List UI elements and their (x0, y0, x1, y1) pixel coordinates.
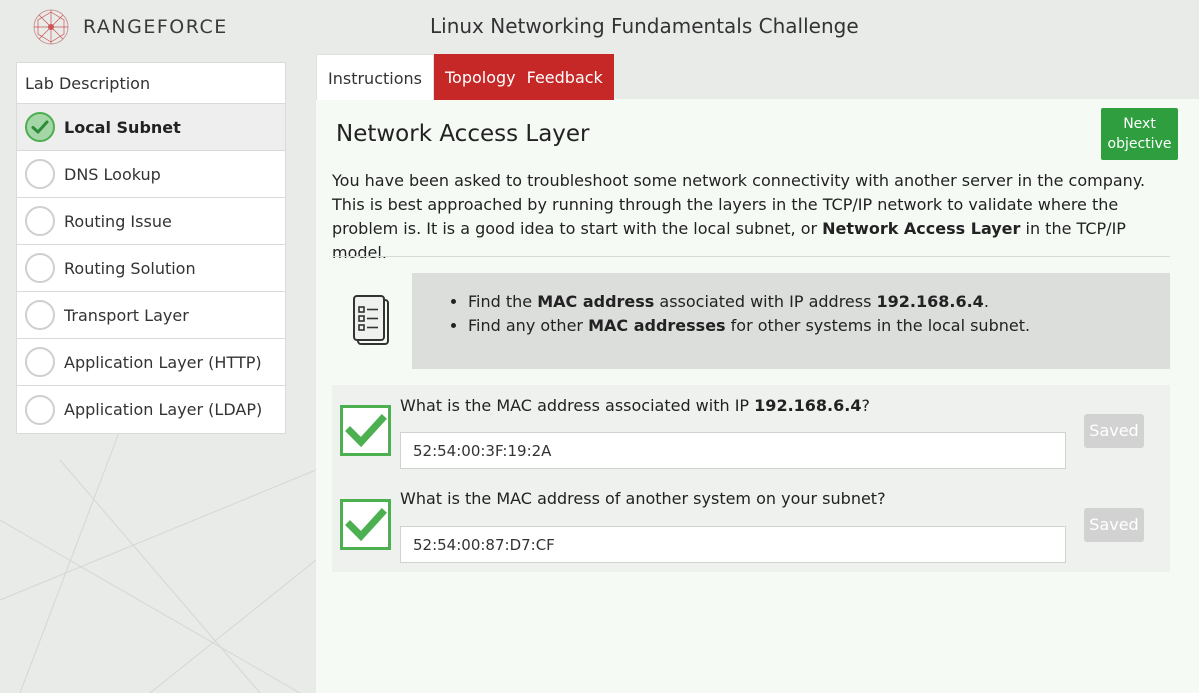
sidebar-item-routing-issue[interactable]: Routing Issue (17, 198, 285, 245)
saved-button[interactable]: Saved (1084, 508, 1144, 542)
tab-instructions[interactable]: Instructions (316, 54, 434, 100)
sidebar-lab-description[interactable]: Lab Description (17, 63, 285, 104)
sidebar-item-dns-lookup[interactable]: DNS Lookup (17, 151, 285, 198)
logo-icon (33, 9, 69, 45)
sidebar-item-label: DNS Lookup (64, 164, 161, 184)
answer-input-2[interactable] (400, 526, 1066, 563)
description-bold: Network Access Layer (822, 219, 1021, 238)
question-label: What is the MAC address of another syste… (400, 489, 886, 508)
sidebar-item-routing-solution[interactable]: Routing Solution (17, 245, 285, 292)
completed-check-icon (25, 112, 55, 142)
sidebar-item-label: Local Subnet (64, 117, 181, 137)
sidebar-item-label: Routing Solution (64, 258, 196, 278)
checklist-icon (353, 295, 389, 345)
objective-description: You have been asked to troubleshoot some… (332, 169, 1162, 265)
sidebar-item-label: Routing Issue (64, 211, 172, 231)
incomplete-circle-icon (25, 394, 55, 425)
next-objective-button[interactable]: Next objective (1101, 108, 1178, 160)
objectives-sidebar: Lab Description Local Subnet DNS Lookup … (16, 62, 286, 434)
answer-input-1[interactable] (400, 432, 1066, 469)
content-tabs: Instructions Topology Feedback (316, 54, 614, 100)
next-button-line2: objective (1107, 136, 1172, 152)
incomplete-circle-icon (25, 300, 55, 330)
tab-topology[interactable]: Topology (433, 54, 527, 100)
next-button-line1: Next (1123, 116, 1156, 132)
saved-button[interactable]: Saved (1084, 414, 1144, 448)
sidebar-item-application-ldap[interactable]: Application Layer (LDAP) (17, 386, 285, 433)
sidebar-item-label: Application Layer (HTTP) (64, 352, 262, 372)
tab-feedback[interactable]: Feedback (526, 54, 614, 100)
correct-check-icon (340, 405, 391, 456)
sidebar-item-local-subnet[interactable]: Local Subnet (17, 104, 285, 151)
sidebar-item-label: Transport Layer (64, 305, 189, 325)
page-title: Linux Networking Fundamentals Challenge (430, 14, 859, 38)
questions-area: What is the MAC address associated with … (332, 385, 1170, 572)
question-label: What is the MAC address associated with … (400, 396, 870, 415)
incomplete-circle-icon (25, 253, 55, 283)
incomplete-circle-icon (25, 159, 55, 189)
task-list-box: Find the MAC address associated with IP … (412, 273, 1170, 369)
divider (332, 256, 1170, 257)
sidebar-item-transport-layer[interactable]: Transport Layer (17, 292, 285, 339)
instructions-panel: Network Access Layer Next objective You … (316, 99, 1199, 693)
correct-check-icon (340, 499, 391, 550)
objective-title: Network Access Layer (336, 121, 590, 147)
brand-name: RANGEFORCE (83, 16, 228, 38)
incomplete-circle-icon (25, 206, 55, 236)
incomplete-circle-icon (25, 347, 55, 377)
task-item: Find the MAC address associated with IP … (468, 290, 1170, 314)
sidebar-item-application-http[interactable]: Application Layer (HTTP) (17, 339, 285, 386)
sidebar-item-label: Application Layer (LDAP) (64, 400, 263, 419)
task-item: Find any other MAC addresses for other s… (468, 314, 1170, 338)
rangeforce-logo[interactable]: RANGEFORCE (30, 6, 228, 48)
